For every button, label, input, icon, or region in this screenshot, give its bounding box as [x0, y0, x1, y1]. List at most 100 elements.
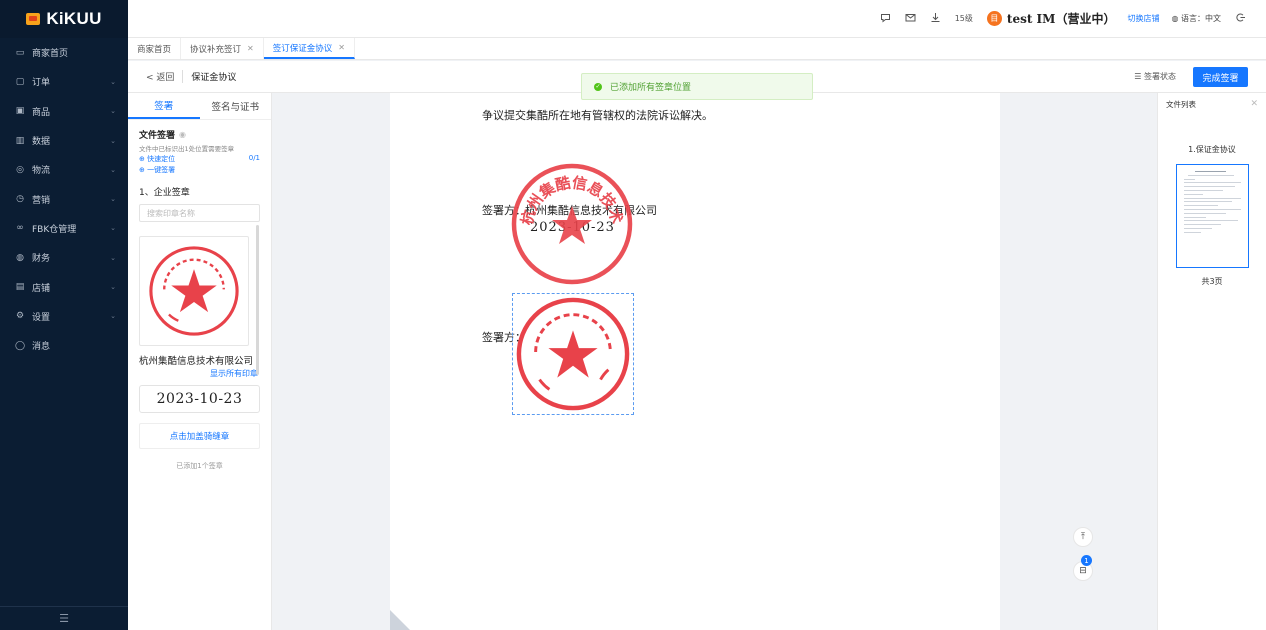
sidebar-nav: ▭ 商家首页 ▢ 订单 ⌄ ▣ 商品 ⌄ ▥ 数据 ⌄ ◎ 物流 ⌄ ◷ 营销 ⌄ ∞ FBK仓管理 ⌄ … [0, 38, 128, 360]
tab-label: 协议补充签订 [190, 44, 242, 55]
download-icon[interactable] [930, 12, 941, 26]
sidebar-item-finance[interactable]: ◍ 财务 ⌄ [0, 243, 128, 272]
list-icon: ☰ [1134, 72, 1144, 81]
page-title: 保证金协议 [191, 73, 237, 83]
sidebar-item-fbk-warehouse[interactable]: ∞ FBK仓管理 ⌄ [0, 214, 128, 243]
language-selector[interactable]: ◍ 语言：中文 [1171, 13, 1221, 24]
close-icon[interactable]: ✕ [1250, 99, 1258, 110]
collapse-menu-button[interactable]: ☰ [0, 606, 128, 630]
sidebar-item-logistics[interactable]: ◎ 物流 ⌄ [0, 155, 128, 184]
sidebar-item-label: 消息 [32, 342, 51, 353]
page-count: 共3页 [1201, 277, 1223, 286]
back-to-top-button[interactable]: ⤒ [1073, 527, 1093, 547]
added-seal-count: 已添加1个签章 [176, 462, 223, 470]
document-viewer: 争议提交集酷所在地有管辖权的法院诉讼解决。 签署方： 杭州集酷信息技术有限公司 … [273, 93, 1157, 630]
chevron-down-icon: ⌄ [110, 253, 116, 262]
sidebar-item-label: 商品 [32, 107, 51, 118]
sign-date-field[interactable]: 2023-10-23 [139, 385, 260, 413]
tab-agreement-supplement[interactable]: 协议补充签订 ✕ [181, 38, 264, 59]
page-thumbnail[interactable] [1175, 164, 1249, 268]
quick-locate-row: ⊕ 快速定位 0/1 [139, 154, 260, 164]
menu-collapse-icon: ☰ [59, 612, 69, 625]
toast-message: 已添加所有签章位置 [610, 83, 692, 93]
document-page: 争议提交集酷所在地有管辖权的法院诉讼解决。 签署方： 杭州集酷信息技术有限公司 … [390, 93, 1000, 630]
tab-label: 商家首页 [137, 44, 172, 55]
company-seal-icon [149, 246, 239, 336]
logout-icon[interactable] [1235, 12, 1246, 26]
sidebar-item-products[interactable]: ▣ 商品 ⌄ [0, 97, 128, 126]
chevron-down-icon: ⌄ [110, 283, 116, 292]
gear-icon: ⚙ [15, 311, 25, 322]
seal-list-scrollbar[interactable] [256, 225, 259, 375]
tab-sign[interactable]: 签署 [128, 93, 200, 119]
shop-avatar-icon: 目 [986, 11, 1002, 26]
chevron-down-icon: ⌄ [110, 312, 116, 321]
sidebar-item-messages[interactable]: ◯ 消息 [0, 331, 128, 360]
close-icon[interactable]: ✕ [247, 44, 254, 53]
top-header: 15级 目 test IM（营业中） 切换店铺 ◍ 语言：中文 [128, 0, 1266, 38]
chevron-down-icon: ⌄ [110, 136, 116, 145]
logo[interactable]: KiKUU [0, 0, 128, 38]
order-icon: ▢ [15, 76, 25, 87]
chevron-down-icon: ⌄ [110, 195, 116, 204]
document-icon: ⊟ [1079, 566, 1087, 576]
tab-sign-deposit-agreement[interactable]: 签订保证金协议 ✕ [263, 38, 355, 59]
tab-signature-certificate[interactable]: 签名与证书 [200, 93, 272, 119]
seal-option-card[interactable] [139, 236, 249, 346]
seal-search-input[interactable]: 搜索印章名称 [139, 204, 260, 222]
file-name[interactable]: 1.保证金协议 [1158, 144, 1266, 155]
mail-icon[interactable] [905, 12, 916, 26]
one-click-sign-link[interactable]: ⊕ 一键签署 [139, 165, 260, 175]
tab-merchant-home[interactable]: 商家首页 [128, 38, 182, 59]
back-button[interactable]: < 返回 [146, 70, 184, 83]
sidebar-item-data[interactable]: ▥ 数据 ⌄ [0, 126, 128, 155]
arrow-up-icon: ⤒ [1081, 532, 1085, 542]
chevron-down-icon: ⌄ [110, 165, 116, 174]
switch-shop-link[interactable]: 切换店铺 [1127, 13, 1159, 24]
seal-placement-box[interactable] [512, 293, 634, 415]
language-label: 语言：中文 [1181, 14, 1221, 23]
globe-icon: ◍ [1171, 14, 1181, 23]
marketing-icon: ◷ [16, 194, 24, 205]
sidebar-item-marketing[interactable]: ◷ 营销 ⌄ [0, 184, 128, 213]
help-icon[interactable]: ◉ [179, 130, 186, 139]
add-perforation-seal-button[interactable]: 点击加盖骑缝章 [139, 423, 260, 449]
sidebar-item-label: 商家首页 [32, 49, 69, 60]
sign-status-button[interactable]: ☰ 签署状态 [1134, 71, 1176, 82]
clause-text: 争议提交集酷所在地有管辖权的法院诉讼解决。 [482, 109, 713, 122]
sidebar: KiKUU ▭ 商家首页 ▢ 订单 ⌄ ▣ 商品 ⌄ ▥ 数据 ⌄ ◎ 物流 ⌄ ◷ 营销 ⌄ ∞ FB… [0, 0, 128, 630]
chart-icon: ▥ [15, 135, 25, 146]
notification-badge: 1 [1081, 555, 1092, 566]
sidebar-item-store[interactable]: ▤ 店铺 ⌄ [0, 272, 128, 301]
file-sign-title-text: 文件签署 [139, 131, 176, 141]
warehouse-icon: ∞ [16, 223, 24, 234]
quick-locate-link[interactable]: ⊕ 快速定位 [139, 154, 175, 164]
monitor-icon: ▭ [15, 47, 25, 58]
sign-progress: 0/1 [248, 154, 260, 162]
sign-panel: 签署 签名与证书 文件签署 ◉ 文件中已标识出1处位置需要签章 ⊕ 快速定位 0/… [128, 93, 272, 630]
placed-seal-icon[interactable] [514, 295, 632, 413]
close-icon[interactable]: ✕ [338, 43, 345, 52]
logo-text: KiKUU [46, 9, 102, 28]
file-sign-title: 文件签署 ◉ [139, 128, 260, 141]
sign-status-label: 签署状态 [1144, 72, 1176, 81]
chevron-down-icon: ⌄ [110, 224, 116, 233]
merchant-level: 15级 [954, 14, 973, 23]
svg-text:杭州集酷信息技术有限公司: 杭州集酷信息技术有限公司 [510, 162, 626, 227]
sidebar-item-home[interactable]: ▭ 商家首页 [0, 38, 128, 67]
sidebar-item-orders[interactable]: ▢ 订单 ⌄ [0, 67, 128, 96]
store-icon: ▤ [15, 282, 25, 293]
sidebar-item-label: 店铺 [32, 283, 51, 294]
chat-icon[interactable] [880, 12, 891, 26]
success-check-icon: ✓ [594, 82, 602, 91]
sidebar-item-settings[interactable]: ⚙ 设置 ⌄ [0, 302, 128, 331]
finish-sign-button[interactable]: 完成签署 [1193, 67, 1248, 87]
sidebar-item-label: 订单 [32, 78, 51, 89]
sidebar-item-label: 设置 [32, 312, 51, 323]
placed-company-seal-icon[interactable]: 杭州集酷信息技术有限公司 [510, 162, 634, 286]
product-icon: ▣ [15, 106, 25, 117]
sign-panel-tabs: 签署 签名与证书 [128, 93, 271, 120]
sidebar-item-label: 财务 [32, 254, 51, 265]
show-all-seals-link[interactable]: 显示所有印章 [139, 368, 260, 379]
file-list-title: 文件列表 [1166, 100, 1196, 109]
